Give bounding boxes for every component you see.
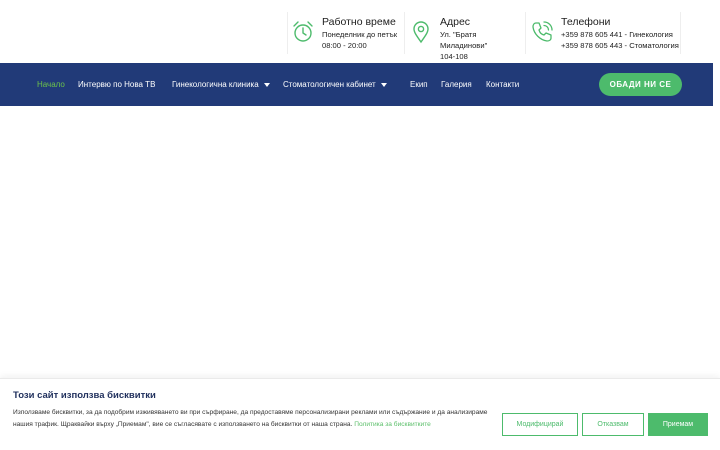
chevron-down-icon xyxy=(263,82,270,87)
nav-item-team[interactable]: Екип xyxy=(410,63,428,106)
reject-button[interactable]: Отказвам xyxy=(582,413,644,436)
nav-item-gallery[interactable]: Галерия xyxy=(441,63,472,106)
hours-time: 08:00 - 20:00 xyxy=(322,41,367,50)
phone-call-icon xyxy=(529,19,555,45)
nav-item-gynecology-clinic[interactable]: Гинекологична клиника xyxy=(172,63,270,106)
phone-gynecology[interactable]: +359 878 605 441 - Гинекология xyxy=(561,29,679,40)
call-us-button[interactable]: ОБАДИ НИ СЕ xyxy=(599,73,682,96)
cookie-text: Използваме бисквитки, за да подобрим изж… xyxy=(13,407,488,431)
nav-item-dental-office[interactable]: Стоматологичен кабинет xyxy=(283,63,387,106)
phones-block: Телефони +359 878 605 441 - Гинекология … xyxy=(529,12,681,54)
accept-button[interactable]: Приемам xyxy=(648,413,708,436)
top-info-bar: Работно време Понеделник до петък 08:00 … xyxy=(0,0,720,62)
cookie-title: Този сайт използва бисквитки xyxy=(13,390,156,401)
address-block: Адрес Ул. "Братя Миладинови" 104-108 xyxy=(408,12,523,61)
phone-dentistry[interactable]: +359 878 605 443 - Стоматология xyxy=(561,40,679,51)
nav-item-label: Гинекологична клиника xyxy=(172,80,259,89)
cookie-banner: Този сайт използва бисквитки Използваме … xyxy=(0,378,720,450)
nav-item-label: Стоматологичен кабинет xyxy=(283,80,376,89)
phones-title: Телефони xyxy=(561,16,611,28)
divider xyxy=(287,12,288,54)
chevron-down-icon xyxy=(380,82,387,87)
main-navigation: Начало Интервю по Нова ТВ Гинекологична … xyxy=(0,63,713,106)
address-number: 104-108 xyxy=(440,52,468,61)
modify-button[interactable]: Модифицирай xyxy=(502,413,578,436)
alarm-clock-icon xyxy=(290,19,316,45)
address-street: Ул. "Братя Миладинови" xyxy=(440,30,488,50)
nav-item-contacts[interactable]: Контакти xyxy=(486,63,519,106)
divider xyxy=(404,12,405,54)
page: Работно време Понеделник до петък 08:00 … xyxy=(0,0,720,450)
working-hours-block: Работно време Понеделник до петък 08:00 … xyxy=(290,12,402,54)
divider xyxy=(680,12,681,54)
location-pin-icon xyxy=(408,19,434,45)
hours-days: Понеделник до петък xyxy=(322,30,398,39)
cookie-policy-link[interactable]: Политика за бисквитките xyxy=(354,421,431,428)
address-title: Адрес xyxy=(440,16,471,28)
divider xyxy=(525,12,526,54)
nav-item-nova-tv-interview[interactable]: Интервю по Нова ТВ xyxy=(78,63,155,106)
hours-title: Работно време xyxy=(322,16,396,28)
nav-item-home[interactable]: Начало xyxy=(37,63,65,106)
